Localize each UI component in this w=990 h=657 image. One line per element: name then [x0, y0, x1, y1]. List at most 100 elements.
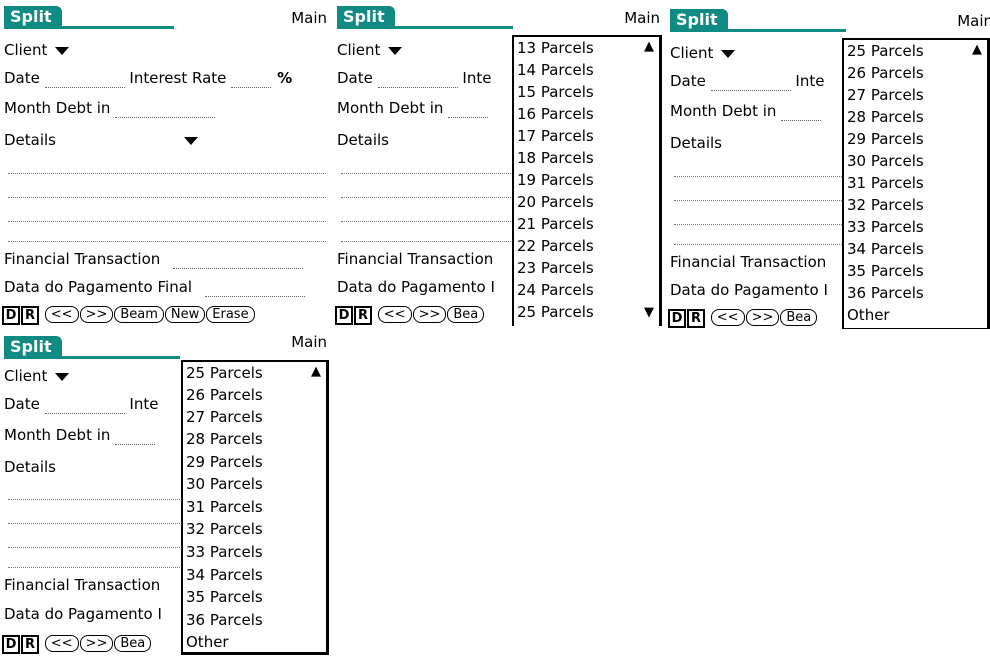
beam-button[interactable]: Bea: [114, 635, 152, 652]
parcels-option[interactable]: 20 Parcels: [517, 191, 594, 213]
date-field[interactable]: [44, 399, 125, 414]
parcels-option[interactable]: 34 Parcels: [847, 238, 924, 260]
r-button[interactable]: R: [354, 306, 372, 325]
client-row[interactable]: Client: [4, 40, 70, 60]
parcels-option[interactable]: 24 Parcels: [517, 279, 594, 301]
month-debt-field[interactable]: [781, 106, 822, 121]
parcels-option[interactable]: 33 Parcels: [186, 541, 263, 563]
parcels-popup-list[interactable]: 25 Parcels 26 Parcels 27 Parcels 28 Parc…: [181, 360, 329, 655]
financial-transaction-field[interactable]: [173, 254, 304, 269]
parcels-option[interactable]: 14 Parcels: [517, 59, 594, 81]
arrow-down-icon[interactable]: ▼: [644, 305, 654, 320]
client-row[interactable]: Client: [4, 366, 70, 386]
triangle-down-icon[interactable]: [55, 372, 70, 381]
final-payment-date-field[interactable]: [204, 282, 305, 297]
beam-button[interactable]: Beam: [114, 306, 164, 323]
month-debt-field[interactable]: [115, 103, 216, 118]
parcels-option[interactable]: 30 Parcels: [847, 150, 924, 172]
parcels-option[interactable]: 26 Parcels: [847, 62, 924, 84]
parcels-option[interactable]: 17 Parcels: [517, 125, 594, 147]
parcels-option[interactable]: 15 Parcels: [517, 81, 594, 103]
triangle-down-icon[interactable]: [184, 136, 199, 145]
arrow-up-icon[interactable]: ▲: [311, 364, 321, 379]
parcels-option[interactable]: 29 Parcels: [186, 451, 263, 473]
client-row[interactable]: Client: [337, 40, 403, 60]
parcels-option[interactable]: 13 Parcels: [517, 37, 594, 59]
parcels-option[interactable]: 30 Parcels: [186, 473, 263, 495]
date-field[interactable]: [377, 73, 458, 88]
d-button[interactable]: D: [2, 306, 20, 325]
parcels-option[interactable]: 18 Parcels: [517, 147, 594, 169]
next-button[interactable]: >>: [745, 309, 780, 326]
prev-button[interactable]: <<: [377, 306, 412, 323]
date-field[interactable]: [710, 76, 791, 91]
parcels-option[interactable]: 22 Parcels: [517, 235, 594, 257]
beam-button[interactable]: Bea: [780, 309, 818, 326]
parcels-option[interactable]: 23 Parcels: [517, 257, 594, 279]
parcels-option[interactable]: Other: [847, 304, 890, 326]
parcels-option[interactable]: 36 Parcels: [186, 609, 263, 631]
parcels-popup-list[interactable]: 13 Parcels 14 Parcels 15 Parcels 16 Parc…: [512, 35, 662, 326]
triangle-down-icon[interactable]: [721, 49, 736, 58]
next-button[interactable]: >>: [412, 306, 447, 323]
parcels-option[interactable]: 27 Parcels: [186, 406, 263, 428]
client-row[interactable]: Client: [670, 43, 736, 63]
details-row[interactable]: Details: [4, 457, 56, 477]
category-label[interactable]: Main: [291, 333, 327, 351]
parcels-option[interactable]: 35 Parcels: [186, 586, 263, 608]
arrow-up-icon[interactable]: ▲: [972, 42, 982, 57]
d-button[interactable]: D: [2, 635, 20, 654]
d-button[interactable]: D: [335, 306, 353, 325]
parcels-option[interactable]: 19 Parcels: [517, 169, 594, 191]
erase-button[interactable]: Erase: [206, 306, 255, 323]
parcels-option[interactable]: 29 Parcels: [847, 128, 924, 150]
triangle-down-icon[interactable]: [55, 46, 70, 55]
parcels-option[interactable]: 36 Parcels: [847, 282, 924, 304]
parcels-option[interactable]: 31 Parcels: [847, 172, 924, 194]
next-button[interactable]: >>: [79, 635, 114, 652]
parcels-popup-list[interactable]: 25 Parcels 26 Parcels 27 Parcels 28 Parc…: [842, 38, 990, 329]
r-button[interactable]: R: [687, 309, 705, 328]
month-debt-field[interactable]: [448, 103, 489, 118]
triangle-down-icon[interactable]: [388, 46, 403, 55]
parcels-option[interactable]: 16 Parcels: [517, 103, 594, 125]
details-line[interactable]: [8, 172, 326, 174]
prev-button[interactable]: <<: [44, 635, 79, 652]
prev-button[interactable]: <<: [710, 309, 745, 326]
parcels-option[interactable]: 32 Parcels: [847, 194, 924, 216]
parcels-option[interactable]: Other: [186, 631, 229, 653]
interest-rate-field[interactable]: [231, 73, 272, 88]
details-line[interactable]: [8, 240, 326, 242]
beam-button[interactable]: Bea: [447, 306, 485, 323]
prev-button[interactable]: <<: [44, 306, 79, 323]
next-button[interactable]: >>: [79, 306, 114, 323]
new-button[interactable]: New: [164, 306, 206, 323]
r-button[interactable]: R: [21, 306, 39, 325]
month-debt-field[interactable]: [115, 430, 156, 445]
category-label[interactable]: Main: [291, 9, 327, 27]
details-line[interactable]: [8, 220, 326, 222]
parcels-option[interactable]: 32 Parcels: [186, 518, 263, 540]
category-label[interactable]: Main: [624, 9, 660, 27]
parcels-option[interactable]: 33 Parcels: [847, 216, 924, 238]
parcels-option[interactable]: 31 Parcels: [186, 496, 263, 518]
parcels-option[interactable]: 28 Parcels: [847, 106, 924, 128]
parcels-option[interactable]: 28 Parcels: [186, 428, 263, 450]
category-label[interactable]: Main: [957, 12, 990, 30]
parcels-option[interactable]: 35 Parcels: [847, 260, 924, 282]
parcels-option[interactable]: 21 Parcels: [517, 213, 594, 235]
parcels-option[interactable]: 25 Parcels: [517, 301, 594, 323]
arrow-up-icon[interactable]: ▲: [644, 39, 654, 54]
details-line[interactable]: [8, 196, 326, 198]
parcels-option[interactable]: 25 Parcels: [847, 40, 924, 62]
details-row[interactable]: Details: [670, 133, 722, 153]
parcels-option[interactable]: 25 Parcels: [186, 362, 263, 384]
date-field[interactable]: [44, 73, 125, 88]
parcels-option[interactable]: 34 Parcels: [186, 564, 263, 586]
d-button[interactable]: D: [668, 309, 686, 328]
details-row[interactable]: Details: [337, 130, 389, 150]
parcels-option[interactable]: 27 Parcels: [847, 84, 924, 106]
details-row[interactable]: Details: [4, 130, 199, 150]
r-button[interactable]: R: [21, 635, 39, 654]
parcels-option[interactable]: 26 Parcels: [186, 384, 263, 406]
